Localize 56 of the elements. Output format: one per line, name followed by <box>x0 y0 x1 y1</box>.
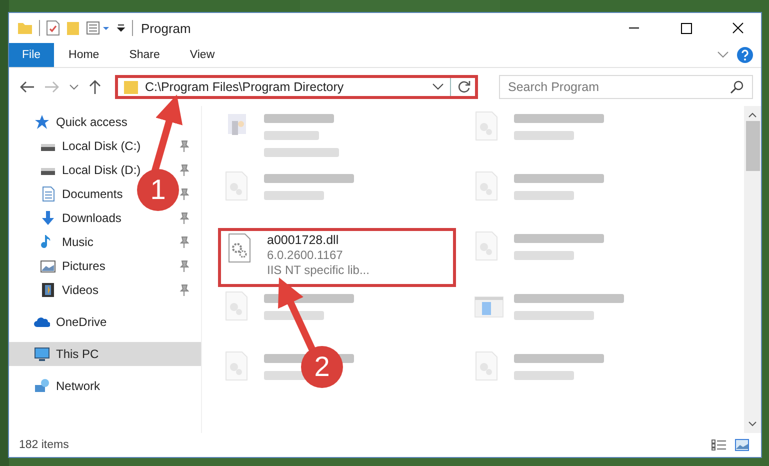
file-detail: 6.0.2600.1167 <box>267 248 344 262</box>
properties-icon[interactable] <box>86 20 110 36</box>
pc-icon <box>34 346 50 362</box>
chevron-icon[interactable] <box>717 50 729 60</box>
pin-icon[interactable] <box>179 164 189 176</box>
ribbon-tab[interactable]: Home <box>54 43 114 67</box>
address-path: C:\Program Files\Program Directory <box>145 80 344 94</box>
sidebar-item[interactable]: OneDrive <box>56 315 107 329</box>
scroll-up-icon[interactable] <box>748 112 757 118</box>
ribbon-tab[interactable]: View <box>174 43 230 67</box>
scrollbar[interactable] <box>744 106 761 433</box>
sidebar-item[interactable]: Music <box>62 235 94 249</box>
pin-icon[interactable] <box>179 140 189 152</box>
help-icon[interactable] <box>737 47 753 63</box>
dropdown-icon[interactable] <box>432 83 444 91</box>
pictures-icon <box>40 258 56 274</box>
refresh-icon[interactable] <box>457 80 471 94</box>
download-icon <box>40 210 56 226</box>
recent-icon[interactable] <box>69 83 79 91</box>
sidebar-item[interactable]: Documents <box>62 187 123 201</box>
file-tile[interactable]: a0001728.dll 6.0.2600.1167 IIS NT specific lib... <box>218 228 456 287</box>
pin-icon[interactable] <box>179 188 189 200</box>
sidebar-item[interactable]: Network <box>56 379 100 393</box>
folder-icon <box>123 79 139 95</box>
sidebar-item[interactable]: Quick access <box>56 115 128 129</box>
pin-icon[interactable] <box>179 284 189 296</box>
back-icon[interactable] <box>19 80 35 94</box>
pin-icon[interactable] <box>179 212 189 224</box>
sidebar-item[interactable]: Pictures <box>62 259 106 273</box>
file-detail: IIS NT specific lib... <box>267 263 370 277</box>
sidebar-item[interactable]: This PC <box>9 342 201 366</box>
ribbon-tab[interactable]: Share <box>114 43 175 67</box>
checklist-icon[interactable] <box>46 20 60 36</box>
dropdown-icon[interactable] <box>116 23 126 33</box>
videos-icon <box>40 282 56 298</box>
scroll-thumb[interactable] <box>746 121 760 171</box>
network-icon <box>34 378 50 394</box>
window-title: Program <box>141 20 191 36</box>
doc-icon <box>40 186 56 202</box>
large-icons-view-icon[interactable] <box>735 439 749 451</box>
up-icon[interactable] <box>88 79 102 95</box>
sidebar-item[interactable]: Downloads <box>62 211 122 225</box>
details-view-icon[interactable] <box>711 439 727 451</box>
address-bar[interactable]: C:\Program Files\Program Directory <box>115 75 478 99</box>
sidebar-item[interactable]: Videos <box>62 283 98 297</box>
pin-icon[interactable] <box>179 260 189 272</box>
file-name: a0001728.dll <box>267 233 340 247</box>
search-field[interactable]: Search Program <box>499 75 753 99</box>
step-badge: 2 <box>301 346 343 388</box>
item-count: 182 items <box>19 439 69 451</box>
star-icon <box>34 114 50 130</box>
sidebar-item[interactable]: Local Disk (C:) <box>62 139 141 153</box>
search-icon[interactable] <box>730 80 744 94</box>
scroll-down-icon[interactable] <box>748 421 757 427</box>
ribbon-tab[interactable]: File <box>9 43 54 67</box>
pin-icon[interactable] <box>179 236 189 248</box>
